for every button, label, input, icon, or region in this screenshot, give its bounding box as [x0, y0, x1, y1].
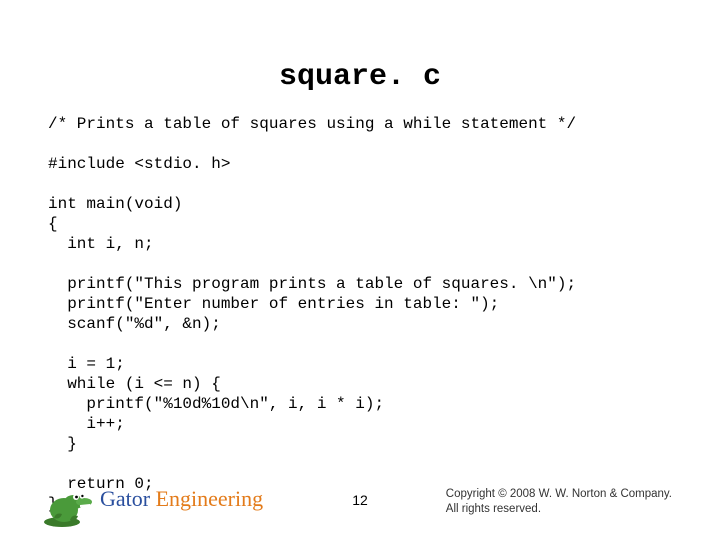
brand-second: Engineering — [156, 486, 264, 511]
page-number: 12 — [352, 492, 368, 508]
copyright-line-1: Copyright © 2008 W. W. Norton & Company. — [446, 487, 672, 501]
brand-first: Gator — [100, 486, 156, 511]
copyright: Copyright © 2008 W. W. Norton & Company.… — [446, 487, 672, 516]
footer: Gator Engineering 12 Copyright © 2008 W.… — [0, 470, 720, 530]
code-block: /* Prints a table of squares using a whi… — [48, 114, 672, 514]
slide-title: square. c — [48, 60, 672, 94]
copyright-line-2: All rights reserved. — [446, 502, 672, 516]
brand-text: Gator Engineering — [100, 486, 263, 512]
slide: square. c /* Prints a table of squares u… — [0, 0, 720, 540]
gator-mascot-icon — [40, 482, 96, 528]
